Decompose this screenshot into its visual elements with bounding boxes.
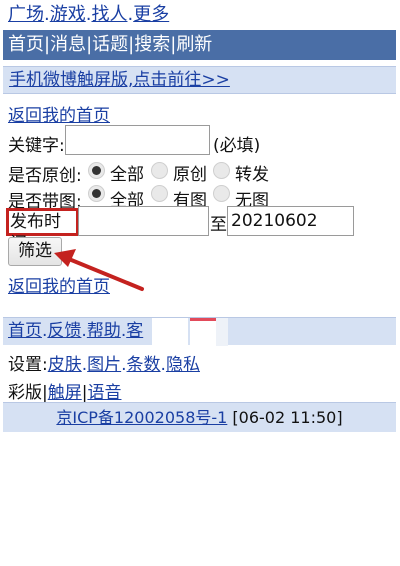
radio-original-all-label: 全部 bbox=[110, 165, 144, 185]
radio-original-repost[interactable] bbox=[213, 162, 230, 179]
radio-picture-without[interactable] bbox=[213, 185, 230, 202]
nav-link-games[interactable]: 游戏 bbox=[50, 4, 86, 25]
mode-color-label: 彩版| bbox=[8, 383, 48, 403]
icp-link[interactable]: 京ICP备12002058号-1 bbox=[56, 408, 227, 427]
radio-original-all[interactable] bbox=[88, 162, 105, 179]
nav-link-plaza[interactable]: 广场 bbox=[8, 4, 44, 25]
time-start-input[interactable] bbox=[78, 206, 209, 236]
back-home-top: 返回我的首页 bbox=[8, 101, 110, 126]
radio-original-repost-label: 转发 bbox=[235, 165, 269, 185]
rendering-glitch bbox=[190, 318, 216, 346]
settings-count-link[interactable]: 条数 bbox=[127, 355, 161, 375]
touch-version-link[interactable]: 手机微博触屏版,点击前往>> bbox=[9, 70, 230, 90]
nav-link-more[interactable]: 更多 bbox=[133, 4, 169, 25]
mode-touch-link[interactable]: 触屏 bbox=[48, 383, 82, 403]
radio-picture-with[interactable] bbox=[151, 185, 168, 202]
radio-original-original[interactable] bbox=[151, 162, 168, 179]
back-home-bottom: 返回我的首页 bbox=[8, 272, 110, 297]
footer-link-home[interactable]: 首页 bbox=[8, 321, 42, 341]
version-mode-row: 彩版|触屏|语音 bbox=[8, 383, 122, 403]
touch-version-banner: 手机微博触屏版,点击前往>> bbox=[3, 66, 396, 94]
rendering-glitch bbox=[216, 318, 228, 346]
time-end-input[interactable] bbox=[227, 206, 354, 236]
publish-time-label: 发布时间 bbox=[6, 208, 79, 254]
original-label: 是否原创: bbox=[8, 166, 82, 186]
settings-images-link[interactable]: 图片 bbox=[87, 355, 121, 375]
footer-timestamp: [06-02 11:50] bbox=[232, 408, 343, 427]
title-bar: 首页|消息|话题|搜索|刷新 bbox=[3, 30, 396, 60]
titlebar-home[interactable]: 首页 bbox=[8, 34, 44, 55]
nav-link-find-people[interactable]: 找人 bbox=[91, 4, 127, 25]
time-to-label: 至 bbox=[210, 215, 227, 235]
titlebar-messages[interactable]: 消息 bbox=[50, 34, 86, 55]
settings-privacy-link[interactable]: 隐私 bbox=[166, 355, 200, 375]
titlebar-refresh[interactable]: 刷新 bbox=[176, 34, 212, 55]
keyword-required-note: (必填) bbox=[213, 136, 261, 156]
titlebar-search[interactable]: 搜索 bbox=[134, 34, 170, 55]
radio-original-original-label: 原创 bbox=[173, 165, 207, 185]
settings-label: 设置: bbox=[8, 355, 48, 375]
footer-link-client-partial[interactable]: 客 bbox=[126, 321, 143, 341]
top-nav: 广场.游戏.找人.更多 bbox=[8, 0, 169, 26]
footer-link-feedback[interactable]: 反馈 bbox=[47, 321, 81, 341]
settings-skin-link[interactable]: 皮肤 bbox=[48, 355, 82, 375]
back-home-link[interactable]: 返回我的首页 bbox=[8, 106, 110, 126]
titlebar-topics[interactable]: 话题 bbox=[92, 34, 128, 55]
rendering-glitch bbox=[152, 318, 188, 346]
footer-link-help[interactable]: 帮助 bbox=[87, 321, 121, 341]
keyword-label: 关键字: bbox=[8, 136, 65, 156]
back-home-bottom-link[interactable]: 返回我的首页 bbox=[8, 277, 110, 297]
keyword-input[interactable] bbox=[65, 125, 210, 155]
radio-picture-all[interactable] bbox=[88, 185, 105, 202]
icp-footer: 京ICP备12002058号-1 [06-02 11:50] bbox=[3, 402, 396, 432]
settings-row: 设置:皮肤.图片.条数.隐私 bbox=[8, 355, 200, 375]
mode-voice-link[interactable]: 语音 bbox=[87, 383, 121, 403]
